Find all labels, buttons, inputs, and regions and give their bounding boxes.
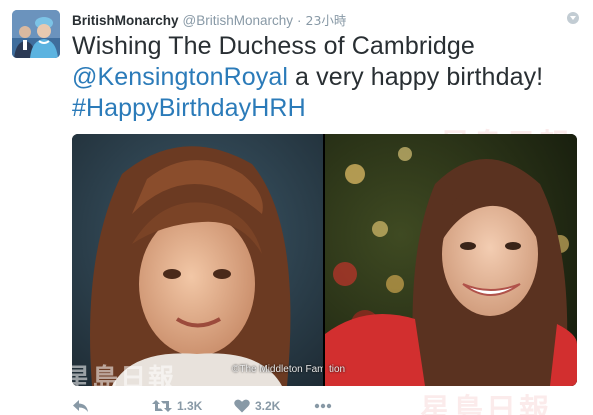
reply-icon [73,400,88,412]
photo-adult[interactable]: tion [325,134,577,386]
retweet-button[interactable]: 1.3K [152,396,202,415]
page-watermark-bottom: 星島日報 [420,393,552,415]
more-icon [314,403,332,409]
adult-photo-image [325,134,577,386]
tweet-text-line2-rest: a very happy birthday! [288,63,544,91]
tweet-text-line1: Wishing The Duchess of Cambridge [72,32,475,60]
tweet-menu-caret-icon[interactable] [567,12,579,24]
photo-right-credit: tion [329,364,346,375]
author-avatar[interactable] [12,10,60,58]
reply-button[interactable] [72,396,90,415]
author-name[interactable]: BritishMonarchy [72,13,179,28]
media-grid: ©The Middleton Fami 星島日報 tion [72,134,577,386]
like-button[interactable]: 3.2K [234,396,280,415]
tweet-text-line3: #HappyBirthdayHRH [72,93,587,124]
photo-left-watermark: 星島日報 [72,364,177,386]
more-button[interactable] [314,396,332,415]
child-photo-image [72,134,323,386]
author-handle[interactable]: @BritishMonarchy [183,13,294,28]
tweet-card: 星島日報 星島日報 BritishMonarchy @BritishMonarc… [0,0,593,415]
tweet-text-line2: @KensingtonRoyal a very happy birthday! [72,62,587,93]
header-separator: · [297,13,302,28]
tweet-timestamp[interactable]: 23小時 [306,10,347,29]
retweet-count: 1.3K [177,399,203,413]
retweet-icon [152,400,172,412]
mention-link[interactable]: @KensingtonRoyal [72,63,288,91]
photo-left-credit: ©The Middleton Fami [232,364,323,375]
hashtag-link[interactable]: #HappyBirthdayHRH [72,94,306,122]
tweet-header: BritishMonarchy @BritishMonarchy · 23小時 [72,10,346,28]
tweet-text: Wishing The Duchess of Cambridge @Kensin… [72,31,587,124]
avatar-image [12,10,60,58]
like-count: 3.2K [255,399,281,413]
heart-icon [234,399,250,413]
photo-child[interactable]: ©The Middleton Fami 星島日報 [72,134,323,386]
